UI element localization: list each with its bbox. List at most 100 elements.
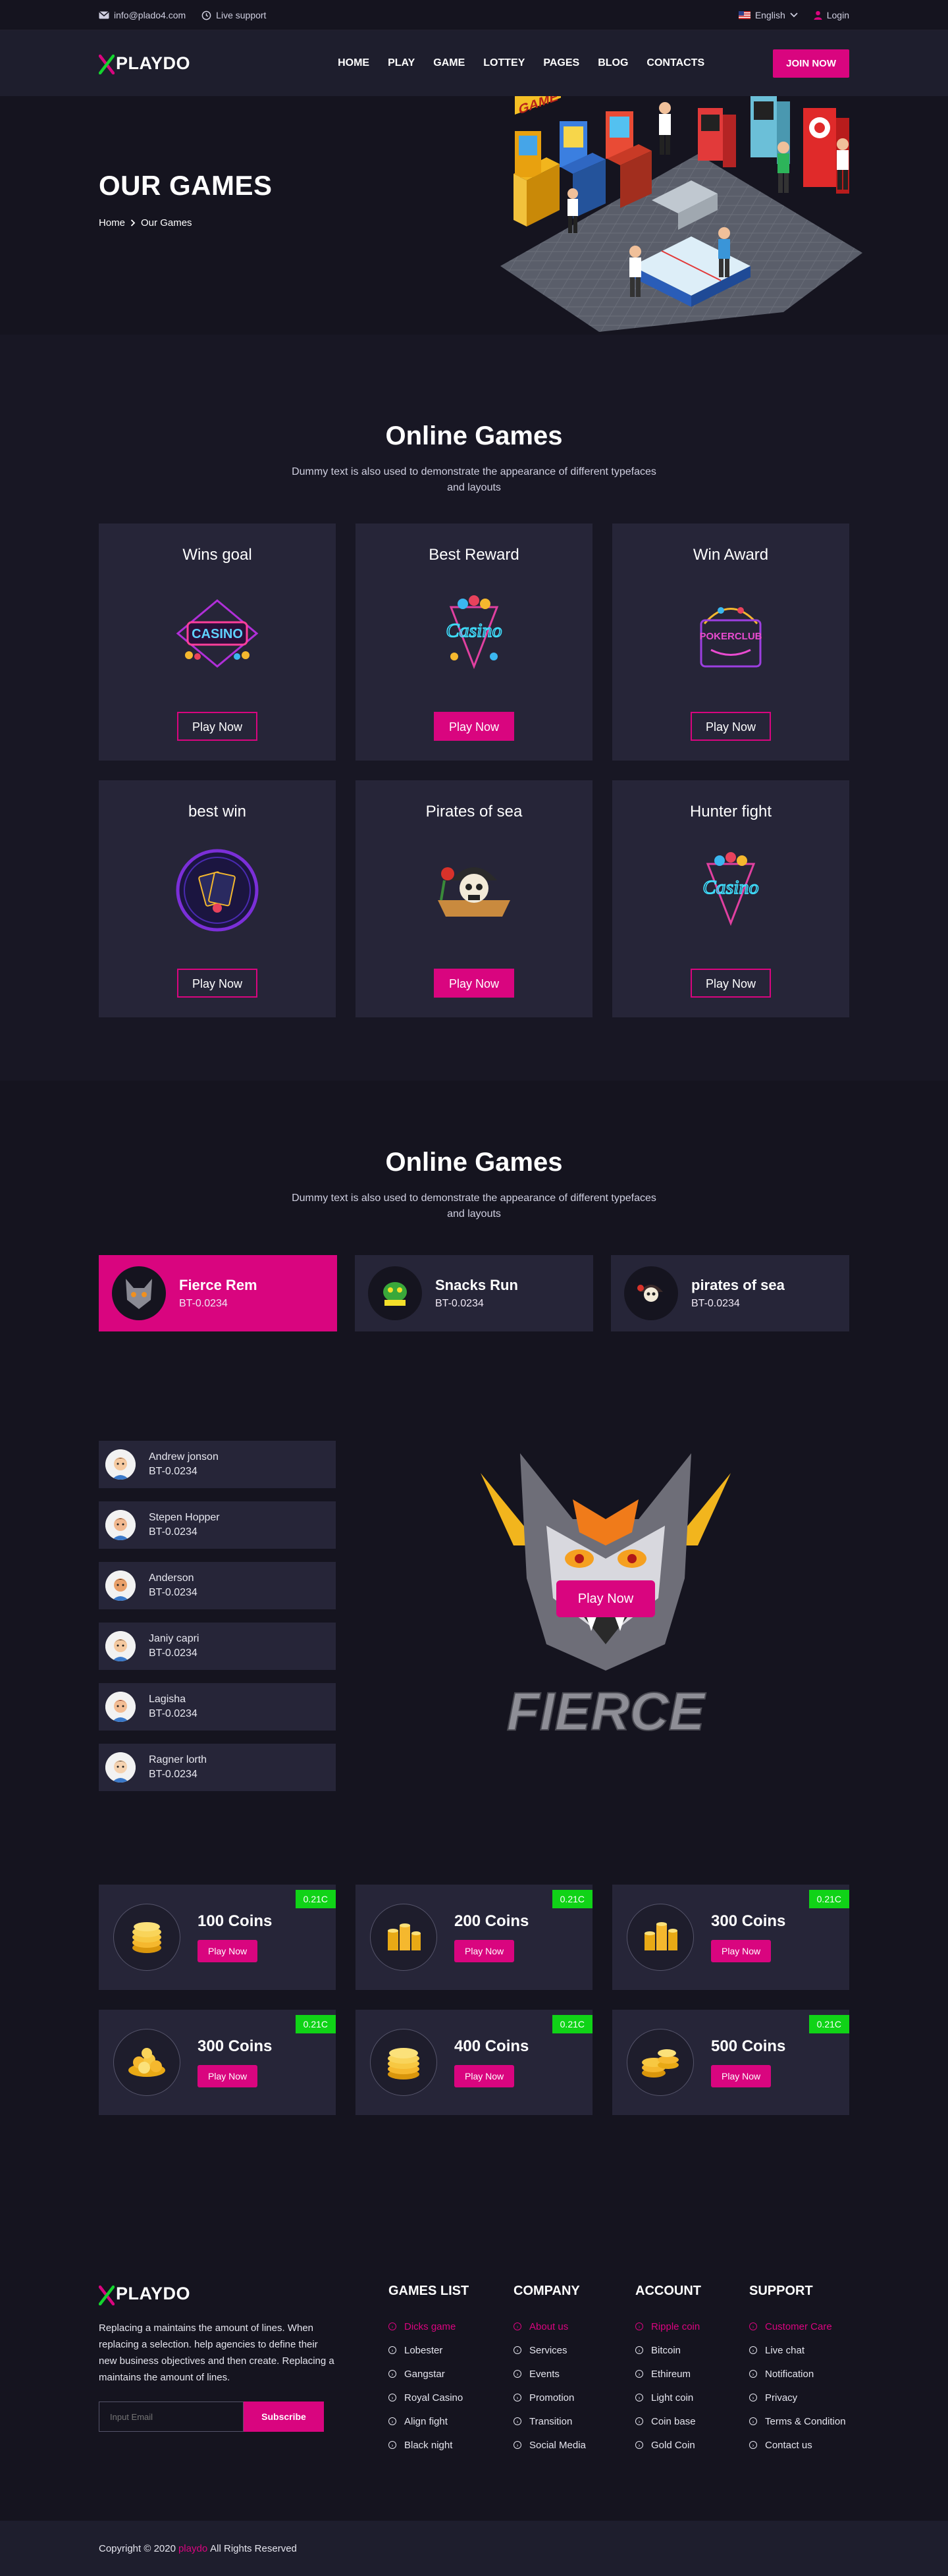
footer-link[interactable]: › Privacy xyxy=(749,2386,846,2409)
footer-link[interactable]: › Transition xyxy=(514,2409,586,2433)
chevron-circle-icon: › xyxy=(514,2417,521,2425)
nav-lottey[interactable]: LOTTEY xyxy=(483,57,525,69)
play-now-button[interactable]: Play Now xyxy=(454,2065,515,2087)
footer-link[interactable]: › Contact us xyxy=(749,2433,846,2457)
footer-link[interactable]: › Ethireum xyxy=(635,2362,701,2386)
chevron-circle-icon: › xyxy=(514,2370,521,2378)
featured-games-section: Online Games Dummy text is also used to … xyxy=(0,1081,948,1885)
play-now-button[interactable]: Play Now xyxy=(711,2065,772,2087)
email-link[interactable]: info@plado4.com xyxy=(99,10,186,20)
coin-title: 100 Coins xyxy=(198,1912,273,1930)
player-bt-value: BT-0.0234 xyxy=(149,1708,198,1719)
footer-link-label: Royal Casino xyxy=(404,2392,463,2403)
footer-link[interactable]: › Events xyxy=(514,2362,586,2386)
player-row[interactable]: Ragner lorth BT-0.0234 xyxy=(99,1744,336,1791)
site-logo[interactable]: PLAYDO xyxy=(98,53,190,75)
breadcrumb-home[interactable]: Home xyxy=(99,217,125,228)
player-row[interactable]: Janiy capri BT-0.0234 xyxy=(99,1623,336,1670)
play-now-button[interactable]: Play Now xyxy=(177,712,257,741)
tab-bt-value: BT-0.0234 xyxy=(691,1298,740,1309)
play-now-button[interactable]: Play Now xyxy=(691,712,771,741)
footer-link[interactable]: › Gold Coin xyxy=(635,2433,701,2457)
tab-pirates-of-sea[interactable]: pirates of sea BT-0.0234 xyxy=(611,1255,849,1331)
play-now-button[interactable]: Play Now xyxy=(454,1940,515,1962)
footer-link[interactable]: › Notification xyxy=(749,2362,846,2386)
footer-link[interactable]: › Live chat xyxy=(749,2338,846,2362)
footer-link-list: › Dicks game › Lobester › Gangstar › Royal Casi… xyxy=(388,2315,469,2457)
breadcrumb: Home Our Games xyxy=(99,217,192,228)
copyright-brand-link[interactable]: playdo xyxy=(178,2543,207,2554)
pirate-skull-icon xyxy=(425,841,523,940)
logo-x-icon xyxy=(98,2284,115,2305)
price-badge: 0.21C xyxy=(808,2015,849,2033)
language-select[interactable]: English xyxy=(738,10,798,20)
price-badge: 0.21C xyxy=(295,2015,336,2033)
play-now-button[interactable]: Play Now xyxy=(711,1940,772,1962)
footer-link[interactable]: › Gangstar xyxy=(388,2362,469,2386)
chevron-circle-icon: › xyxy=(635,2370,643,2378)
footer-link[interactable]: › Services xyxy=(514,2338,586,2362)
footer-link[interactable]: › Ripple coin xyxy=(635,2315,701,2338)
player-name: Janiy capri xyxy=(149,1633,199,1644)
player-row[interactable]: Stepen Hopper BT-0.0234 xyxy=(99,1501,336,1549)
footer-link-list: › Customer Care › Live chat › Notification › Pr… xyxy=(749,2315,846,2457)
nav-home[interactable]: HOME xyxy=(338,57,369,69)
coin-card: 0.21C 200 Coins Play Now xyxy=(356,1885,592,1990)
footer-link[interactable]: › Light coin xyxy=(635,2386,701,2409)
subscribe-button[interactable]: Subscribe xyxy=(244,2402,324,2432)
feature-play-now-button[interactable]: Play Now xyxy=(556,1580,655,1617)
login-link[interactable]: Login xyxy=(814,10,849,20)
play-now-button[interactable]: Play Now xyxy=(198,1940,258,1962)
nav-game[interactable]: GAME xyxy=(433,57,465,69)
play-now-button[interactable]: Play Now xyxy=(434,969,514,998)
chevron-circle-icon: › xyxy=(388,2417,396,2425)
logo-text: CASINO xyxy=(192,627,243,641)
nav-pages[interactable]: PAGES xyxy=(543,57,579,69)
player-row[interactable]: Lagisha BT-0.0234 xyxy=(99,1683,336,1731)
footer-link-label: Align fight xyxy=(404,2415,448,2427)
email-input[interactable] xyxy=(99,2402,244,2432)
coin-title: 300 Coins xyxy=(711,1912,786,1930)
section-title: Online Games xyxy=(385,1148,563,1177)
tab-snacks-run[interactable]: Snacks Run BT-0.0234 xyxy=(355,1255,593,1331)
footer-link[interactable]: › Terms & Condition xyxy=(749,2409,846,2433)
nav-contacts[interactable]: CONTACTS xyxy=(646,57,704,69)
join-now-button[interactable]: JOIN NOW xyxy=(773,49,849,78)
footer-link[interactable]: › About us xyxy=(514,2315,586,2338)
play-now-button[interactable]: Play Now xyxy=(177,969,257,998)
player-bt-value: BT-0.0234 xyxy=(149,1466,198,1477)
footer-link[interactable]: › Royal Casino xyxy=(388,2386,469,2409)
logo-x-icon xyxy=(98,53,115,75)
footer-link[interactable]: › Black night xyxy=(388,2433,469,2457)
footer-link-label: Bitcoin xyxy=(651,2344,681,2356)
tab-fierce-rem[interactable]: Fierce Rem BT-0.0234 xyxy=(99,1255,337,1331)
player-row[interactable]: Anderson BT-0.0234 xyxy=(99,1562,336,1609)
tab-title: Snacks Run xyxy=(435,1277,518,1293)
play-now-button[interactable]: Play Now xyxy=(198,2065,258,2087)
footer-link-label: About us xyxy=(529,2321,569,2332)
live-support-link[interactable]: Live support xyxy=(201,10,266,20)
coin-card: 0.21C 500 Coins Play Now xyxy=(612,2010,849,2115)
footer-logo[interactable]: PLAYDO xyxy=(98,2284,336,2305)
price-badge: 0.21C xyxy=(552,2015,592,2033)
gold-coins-icon xyxy=(627,1904,694,1971)
nav-play[interactable]: PLAY xyxy=(388,57,415,69)
player-row[interactable]: Andrew jonson BT-0.0234 xyxy=(99,1441,336,1488)
footer-link[interactable]: › Lobester xyxy=(388,2338,469,2362)
footer-link[interactable]: › Align fight xyxy=(388,2409,469,2433)
footer-link[interactable]: › Promotion xyxy=(514,2386,586,2409)
login-label: Login xyxy=(826,10,849,20)
chevron-circle-icon: › xyxy=(635,2417,643,2425)
logo-text: Casino xyxy=(446,620,502,641)
footer-link[interactable]: › Customer Care xyxy=(749,2315,846,2338)
footer-link[interactable]: › Social Media xyxy=(514,2433,586,2457)
play-now-button[interactable]: Play Now xyxy=(434,712,514,741)
nav-blog[interactable]: BLOG xyxy=(598,57,628,69)
footer-link[interactable]: › Coin base xyxy=(635,2409,701,2433)
play-now-button[interactable]: Play Now xyxy=(691,969,771,998)
footer-link[interactable]: › Bitcoin xyxy=(635,2338,701,2362)
game-card-title: Wins goal xyxy=(182,546,252,564)
footer-link[interactable]: › Dicks game xyxy=(388,2315,469,2338)
player-avatar xyxy=(105,1449,136,1480)
coin-title: 500 Coins xyxy=(711,2037,786,2055)
